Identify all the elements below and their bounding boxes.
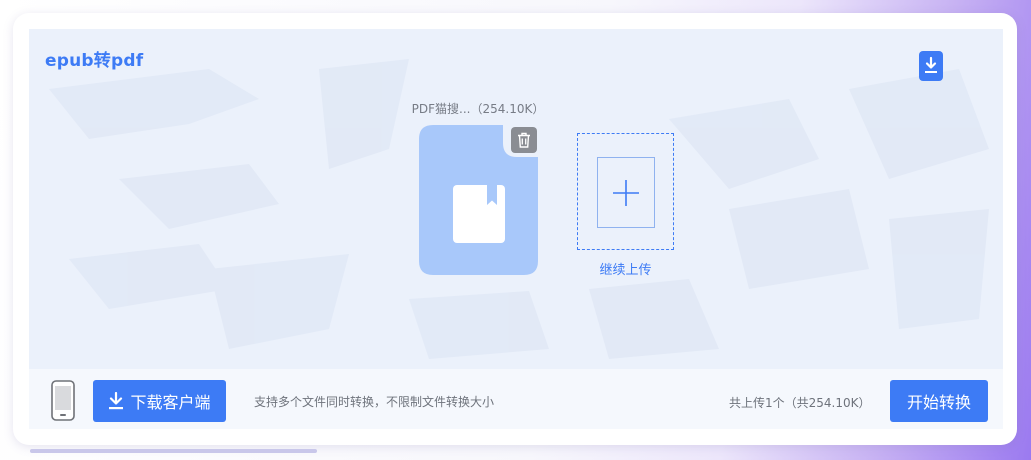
file-card[interactable] [419, 125, 538, 275]
phone-icon[interactable] [51, 380, 75, 421]
add-file-zone[interactable] [577, 133, 674, 250]
converter-card: epub转pdf PDF猫搜...（254.10K） 继续上传 下载客户端 支持… [13, 13, 1017, 445]
add-file-box[interactable] [597, 157, 655, 228]
support-text: 支持多个文件同时转换，不限制文件转换大小 [254, 395, 495, 409]
download-client-button[interactable]: 下载客户端 [93, 380, 226, 422]
download-icon [109, 392, 124, 410]
bottom-bar: 下载客户端 支持多个文件同时转换，不限制文件转换大小 共上传1个（共254.10… [29, 369, 1003, 429]
book-icon [453, 185, 505, 243]
download-icon[interactable] [919, 51, 943, 81]
download-client-label: 下载客户端 [130, 393, 211, 412]
delete-file-button[interactable] [511, 127, 537, 153]
upload-count: 共上传1个（共254.10K） [729, 396, 871, 410]
start-convert-button[interactable]: 开始转换 [890, 380, 988, 422]
trash-icon [518, 132, 530, 148]
upload-area[interactable]: epub转pdf PDF猫搜...（254.10K） 继续上传 [29, 29, 1003, 369]
plus-icon [613, 180, 639, 206]
page-title: epub转pdf [45, 51, 144, 71]
continue-upload-link[interactable]: 继续上传 [577, 259, 674, 278]
file-name-caption: PDF猫搜...（254.10K） [411, 102, 545, 116]
horizontal-scrollbar[interactable] [30, 449, 317, 453]
